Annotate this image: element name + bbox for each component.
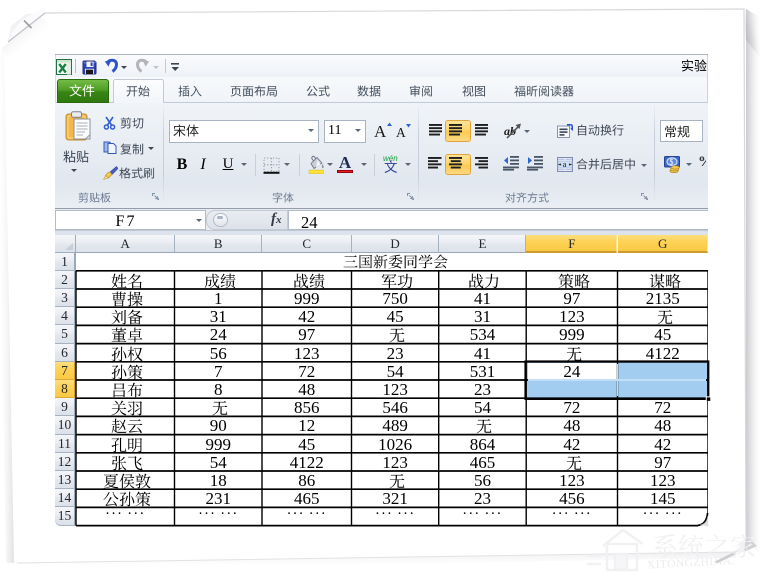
- svg-text:A: A: [374, 122, 387, 140]
- svg-text:a: a: [563, 159, 567, 169]
- svg-text:A: A: [396, 125, 406, 140]
- svg-text:$: $: [670, 158, 674, 167]
